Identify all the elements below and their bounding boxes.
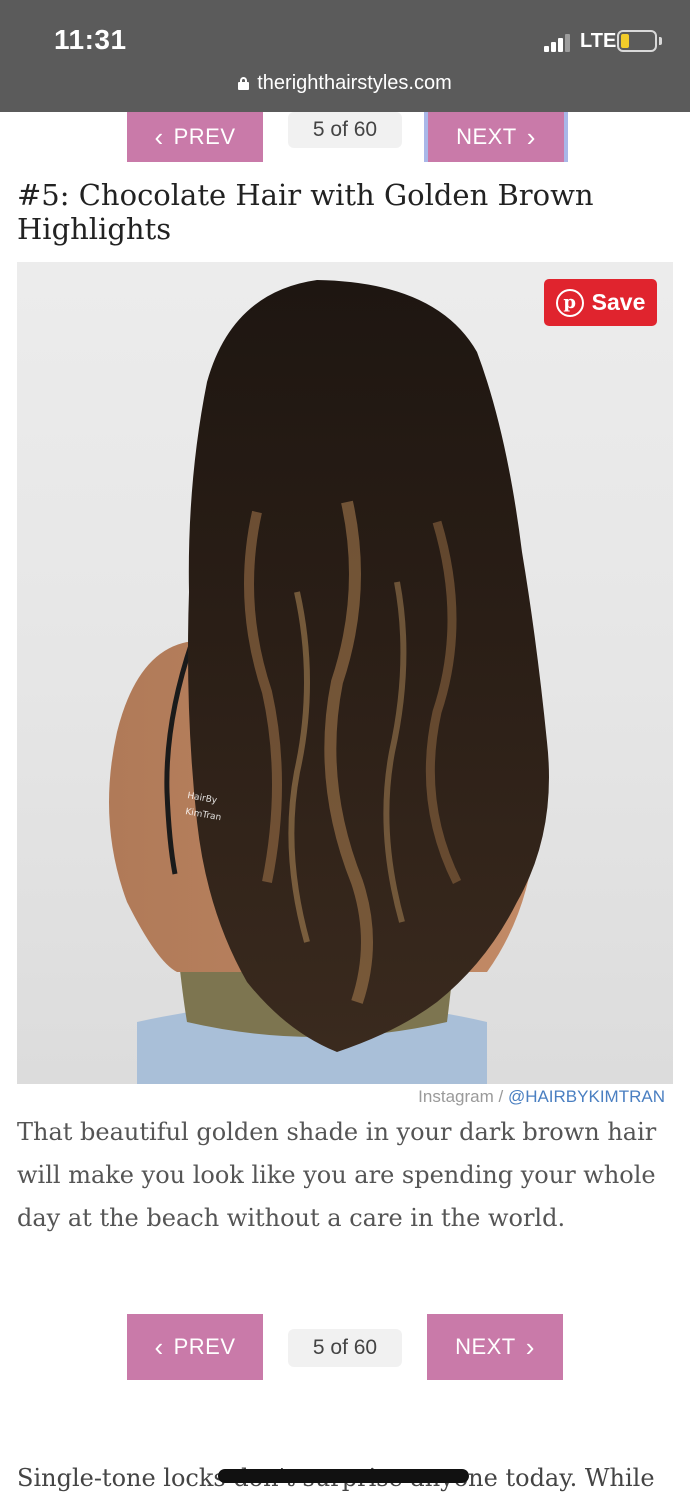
network-label: LTE [580,30,617,52]
photo-credit: Instagram / @HAIRBYKIMTRAN [418,1087,665,1107]
chevron-left-icon: ‹ [154,122,164,152]
page-count: 5 of 60 [288,112,402,148]
battery-tip [659,37,662,45]
credit-source: Instagram / [418,1087,508,1106]
pinterest-save-button[interactable]: p Save [544,279,657,326]
chevron-right-icon: › [526,122,536,152]
next-button[interactable]: NEXT › [427,1314,563,1380]
prev-button[interactable]: ‹ PREV [127,1314,263,1380]
pager-top: ‹ PREV 5 of 60 NEXT › [0,112,690,162]
lock-icon [238,77,250,90]
address-bar[interactable]: therighthairstyles.com [0,72,690,95]
home-indicator [218,1469,469,1483]
next-label: NEXT [455,1334,516,1359]
pager-bottom: ‹ PREV 5 of 60 NEXT › [0,1314,690,1380]
chevron-left-icon: ‹ [154,1332,164,1362]
signal-icon [544,32,572,52]
status-bar: 11:31 LTE therighthairstyles.com [0,0,690,112]
status-time: 11:31 [54,24,127,55]
url-text: therighthairstyles.com [257,72,452,94]
prev-button[interactable]: ‹ PREV [127,112,263,162]
pinterest-icon: p [555,288,584,317]
prev-label: PREV [173,124,236,149]
save-label: Save [591,289,646,315]
next-button[interactable]: NEXT › [424,112,568,162]
hairstyle-illustration: HairBy KimTran [109,280,549,1084]
chevron-right-icon: › [525,1332,535,1362]
battery-fill [621,34,629,48]
article-title: #5: Chocolate Hair with Golden Brown Hig… [17,178,594,246]
prev-label: PREV [173,1334,236,1359]
article-paragraph: That beautiful golden shade in your dark… [17,1118,657,1232]
credit-handle-link[interactable]: @HAIRBYKIMTRAN [508,1087,665,1106]
page-count: 5 of 60 [288,1329,402,1367]
hairstyle-photo[interactable]: HairBy KimTran p Save [17,262,673,1084]
battery-icon [617,30,657,52]
next-label: NEXT [456,124,517,149]
